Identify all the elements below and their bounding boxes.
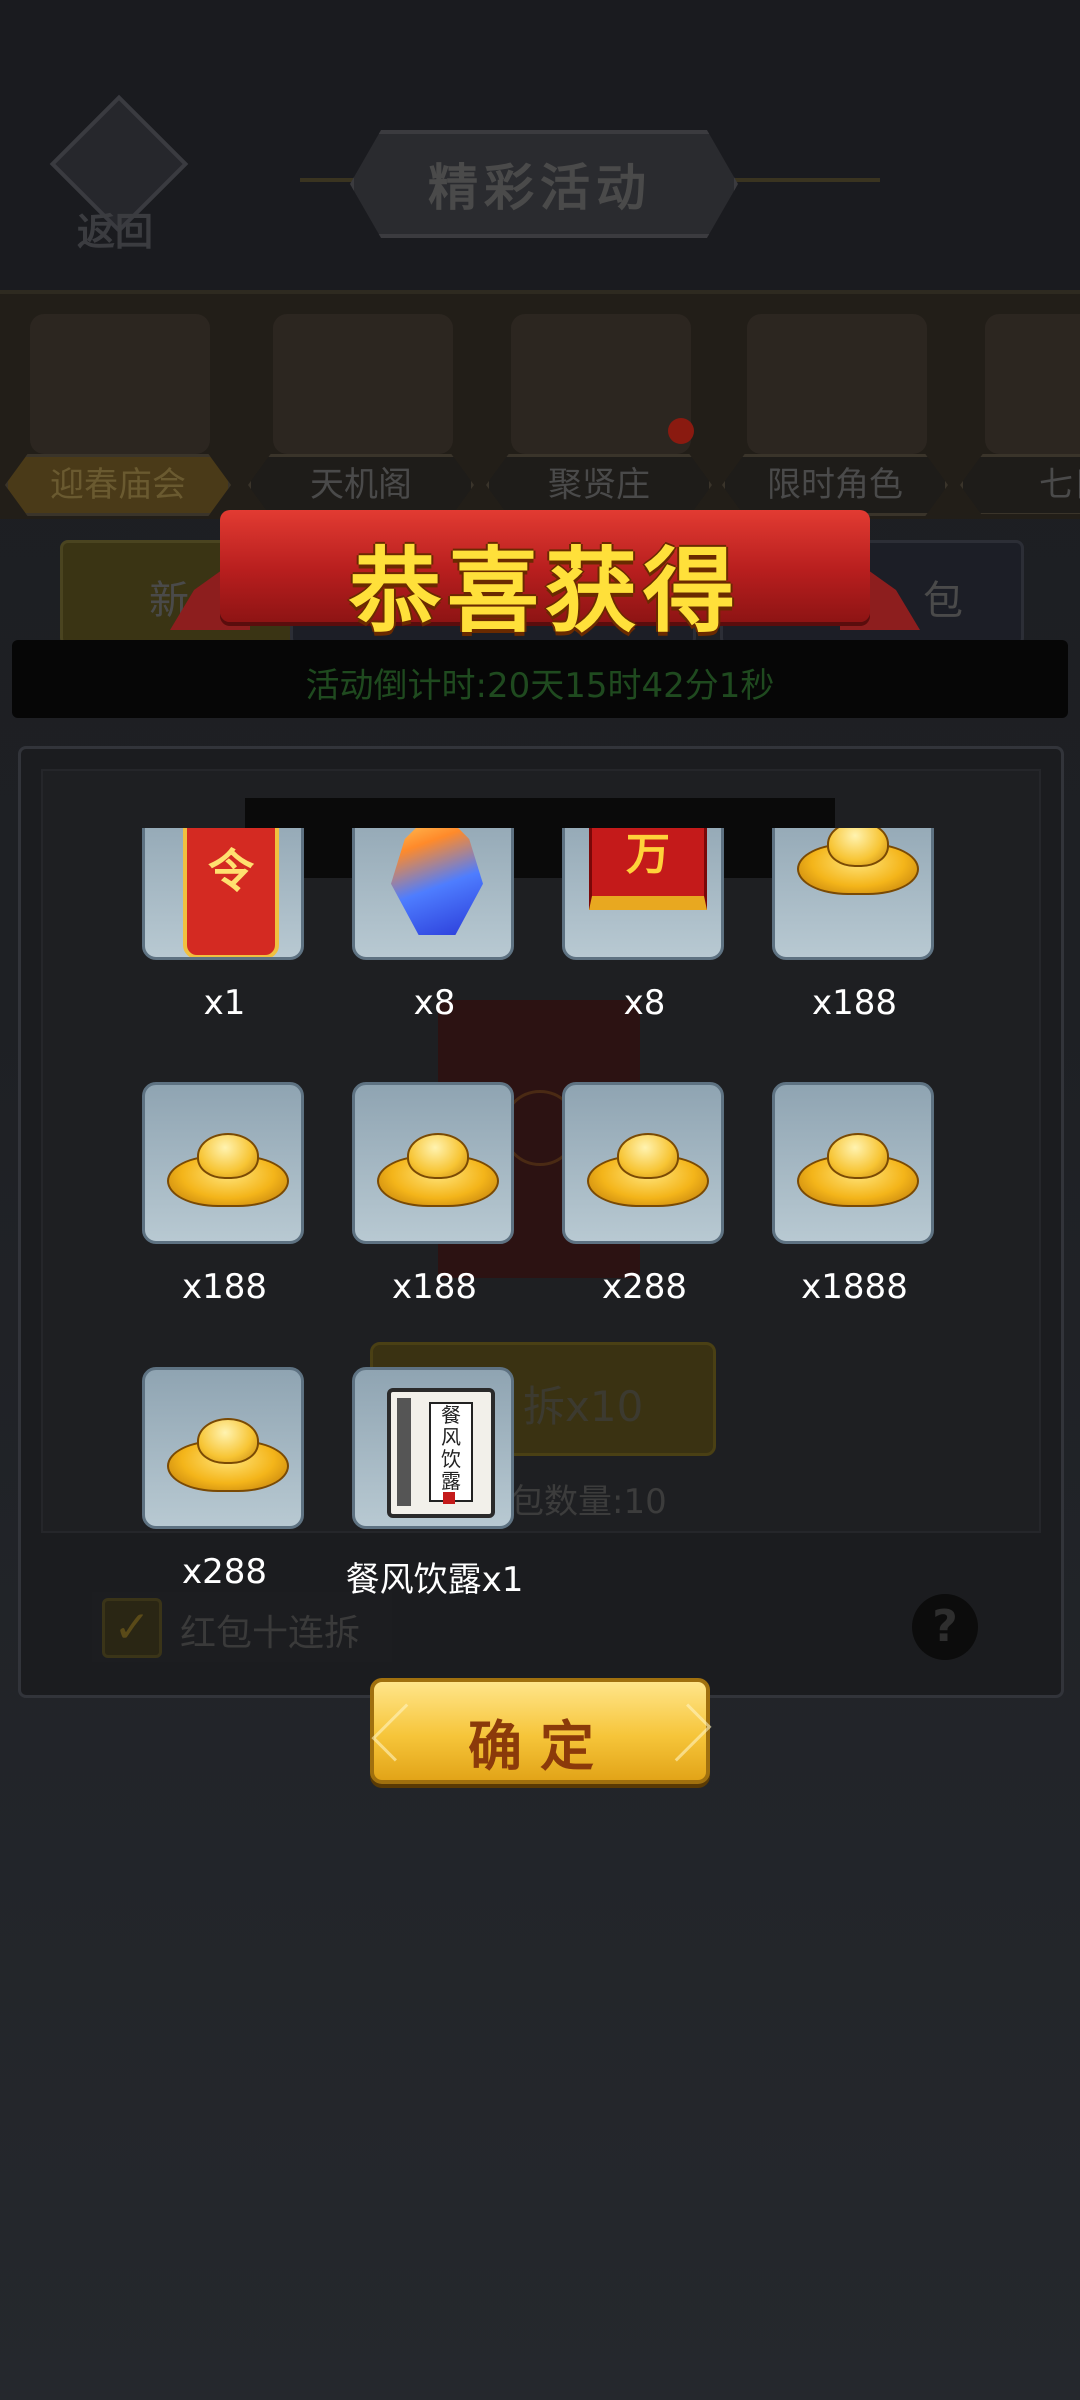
reward-item[interactable]: x288 — [142, 1367, 307, 1592]
gold-ingot-icon — [167, 1418, 289, 1492]
countdown-bar: 活动倒计时:20天15时42分1秒 — [12, 640, 1068, 718]
reward-banner: 恭喜获得 — [170, 495, 920, 645]
red-book-icon: 万 — [589, 828, 707, 910]
reward-item[interactable]: 餐风饮露 餐风饮露x1 — [346, 1367, 523, 1600]
reward-item[interactable]: x8 — [352, 828, 517, 1023]
seven-day-art — [985, 314, 1080, 454]
reward-tile — [352, 1082, 514, 1244]
reward-tile — [142, 1367, 304, 1529]
reward-tile — [772, 828, 934, 960]
reward-item[interactable]: 令 x1 — [142, 828, 307, 1023]
page-title: 精彩活动 — [428, 158, 652, 217]
gold-ingot-icon — [587, 1133, 709, 1207]
top-bar: 返回 精彩活动 — [0, 0, 1080, 290]
gold-ingot-icon — [797, 1133, 919, 1207]
reward-quantity: 餐风饮露x1 — [345, 1560, 524, 1600]
reward-grid: 令 x1 x8 万 x8 x188 x188 x188 x288 x1888 x… — [0, 828, 1080, 1628]
subtab-label: 包 — [923, 578, 963, 624]
mystery-card-art — [747, 314, 927, 454]
reward-tile — [562, 1082, 724, 1244]
tab-juxian-manor[interactable]: 聚贤庄 — [486, 314, 716, 516]
scroll-book-icon: 餐风饮露 — [387, 1388, 495, 1518]
reward-quantity: x1888 — [801, 1267, 908, 1307]
reward-tile — [352, 828, 514, 960]
crystal-icon — [391, 828, 483, 935]
tab-tianji-pavilion[interactable]: 天机阁 — [248, 314, 478, 516]
reward-tile — [772, 1082, 934, 1244]
tab-seven-day[interactable]: 七日 — [960, 314, 1080, 514]
countdown-text: 活动倒计时:20天15时42分1秒 — [305, 666, 775, 706]
tab-label: 七日 — [960, 454, 1080, 514]
reward-item[interactable]: x288 — [562, 1082, 727, 1307]
tab-spring-fair[interactable]: 迎春庙会 — [5, 314, 235, 516]
confirm-label: 确定 — [468, 1714, 612, 1778]
confirm-button[interactable]: 确定 — [370, 1678, 712, 1784]
back-label: 返回 — [76, 209, 153, 254]
reward-tile: 万 — [562, 828, 724, 960]
banner-title: 恭喜获得 — [348, 537, 741, 645]
back-button[interactable]: 返回 — [40, 94, 190, 255]
reward-tile: 令 — [142, 828, 304, 960]
tab-spring-fair-art — [30, 314, 210, 454]
reward-item[interactable]: x188 — [352, 1082, 517, 1307]
reward-item[interactable]: x188 — [142, 1082, 307, 1307]
reward-item[interactable]: 万 x8 — [562, 828, 727, 1023]
reward-quantity: x188 — [811, 983, 898, 1023]
reward-item[interactable]: x1888 — [772, 1082, 937, 1307]
command-token-icon: 令 — [183, 828, 279, 957]
gold-ingot-icon — [377, 1133, 499, 1207]
manor-art — [511, 314, 691, 454]
red-book-glyph: 万 — [626, 829, 670, 880]
activity-tabs: 迎春庙会 天机阁 聚贤庄 限时角色 七日 — [0, 290, 1080, 519]
tab-limited-hero[interactable]: 限时角色 — [722, 314, 952, 516]
pavilion-art — [273, 314, 453, 454]
reward-tile: 餐风饮露 — [352, 1367, 514, 1529]
reward-tile — [142, 1082, 304, 1244]
gold-ingot-icon — [167, 1133, 289, 1207]
gold-ingot-icon — [797, 828, 919, 895]
title-ornament-right — [730, 178, 880, 182]
reward-item[interactable]: x188 — [772, 828, 937, 1023]
notification-dot — [668, 418, 694, 444]
